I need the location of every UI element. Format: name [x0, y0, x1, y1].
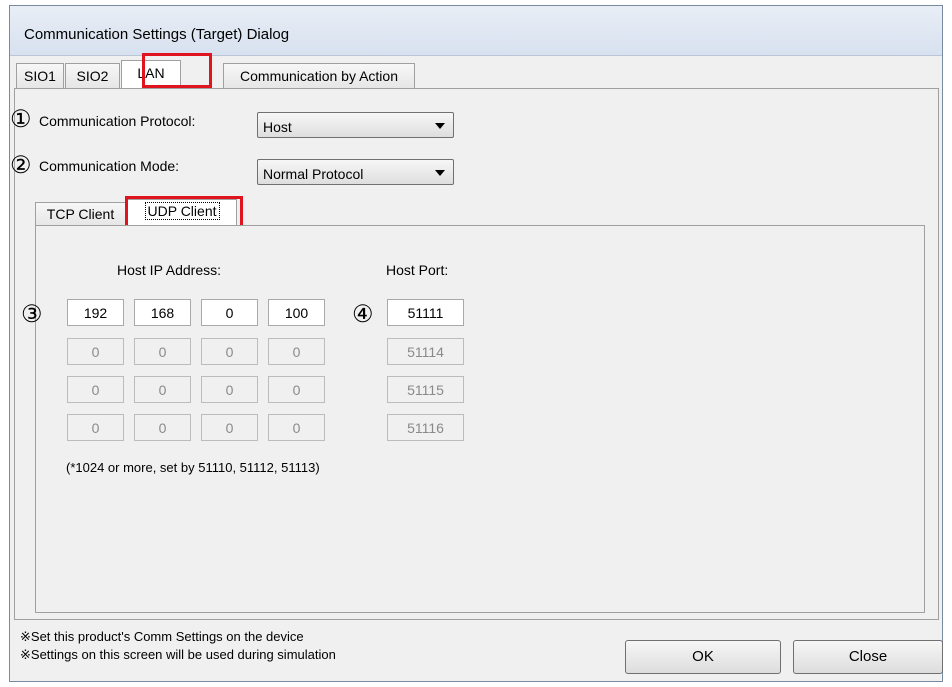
- ip-field-4-4: 0: [268, 414, 325, 441]
- ok-button[interactable]: OK: [625, 640, 781, 674]
- port-field-1[interactable]: 51111: [387, 299, 464, 326]
- tab-sio1-label: SIO1: [24, 68, 56, 84]
- close-button-label: Close: [848, 648, 888, 665]
- port-field-3: 51115: [387, 376, 464, 403]
- protocol-label: Communication Protocol:: [39, 113, 196, 129]
- title-bar: Communication Settings (Target) Dialog: [10, 6, 942, 56]
- footer-note-1: ※Set this product's Comm Settings on the…: [20, 629, 304, 644]
- ip-field-3-1: 0: [67, 376, 124, 403]
- ip-field-1-4[interactable]: 100: [268, 299, 325, 326]
- ip-field-4-1: 0: [67, 414, 124, 441]
- tab-udp-client-label: UDP Client: [144, 202, 220, 220]
- tab-tcp-client[interactable]: TCP Client: [35, 202, 126, 226]
- ip-field-2-2: 0: [134, 338, 191, 365]
- ip-field-1-1[interactable]: 192: [67, 299, 124, 326]
- protocol-select[interactable]: Host: [257, 112, 454, 138]
- tab-communication-by-action[interactable]: Communication by Action: [223, 63, 415, 88]
- ip-field-2-4: 0: [268, 338, 325, 365]
- dropdown-arrow-icon: [435, 123, 445, 129]
- ip-field-2-3: 0: [201, 338, 258, 365]
- host-ip-header: Host IP Address:: [117, 262, 222, 278]
- port-field-4: 51116: [387, 414, 464, 441]
- tab-lan-label: LAN: [137, 65, 165, 81]
- ip-field-1-3[interactable]: 0: [201, 299, 258, 326]
- port-field-2: 51114: [387, 338, 464, 365]
- tab-sio2-label: SIO2: [76, 68, 109, 84]
- ip-field-4-2: 0: [134, 414, 191, 441]
- ip-field-3-2: 0: [134, 376, 191, 403]
- close-button[interactable]: Close: [793, 640, 943, 674]
- mode-label: Communication Mode:: [39, 158, 180, 174]
- port-note: (*1024 or more, set by 51110, 51112, 511…: [66, 460, 320, 475]
- dropdown-arrow-icon: [435, 170, 445, 176]
- marker-1: ①: [10, 105, 32, 133]
- tab-sio2[interactable]: SIO2: [65, 63, 120, 88]
- footer-note-2: ※Settings on this screen will be used du…: [20, 647, 336, 662]
- tab-communication-by-action-label: Communication by Action: [240, 68, 398, 84]
- ip-field-2-1: 0: [67, 338, 124, 365]
- tab-tcp-client-label: TCP Client: [46, 206, 115, 222]
- window-title: Communication Settings (Target) Dialog: [24, 26, 290, 43]
- mode-value: Normal Protocol: [263, 166, 364, 182]
- marker-4: ④: [352, 300, 374, 328]
- ok-button-label: OK: [692, 648, 714, 665]
- ip-field-4-3: 0: [201, 414, 258, 441]
- ip-field-3-4: 0: [268, 376, 325, 403]
- tab-udp-client[interactable]: UDP Client: [127, 199, 237, 225]
- ip-field-1-2[interactable]: 168: [134, 299, 191, 326]
- tab-lan[interactable]: LAN: [121, 60, 181, 88]
- marker-2: ②: [10, 151, 32, 179]
- mode-select[interactable]: Normal Protocol: [257, 159, 454, 185]
- protocol-value: Host: [263, 119, 292, 135]
- ip-field-3-3: 0: [201, 376, 258, 403]
- marker-3: ③: [21, 300, 43, 328]
- tab-sio1[interactable]: SIO1: [16, 63, 64, 88]
- host-port-header: Host Port:: [386, 262, 449, 278]
